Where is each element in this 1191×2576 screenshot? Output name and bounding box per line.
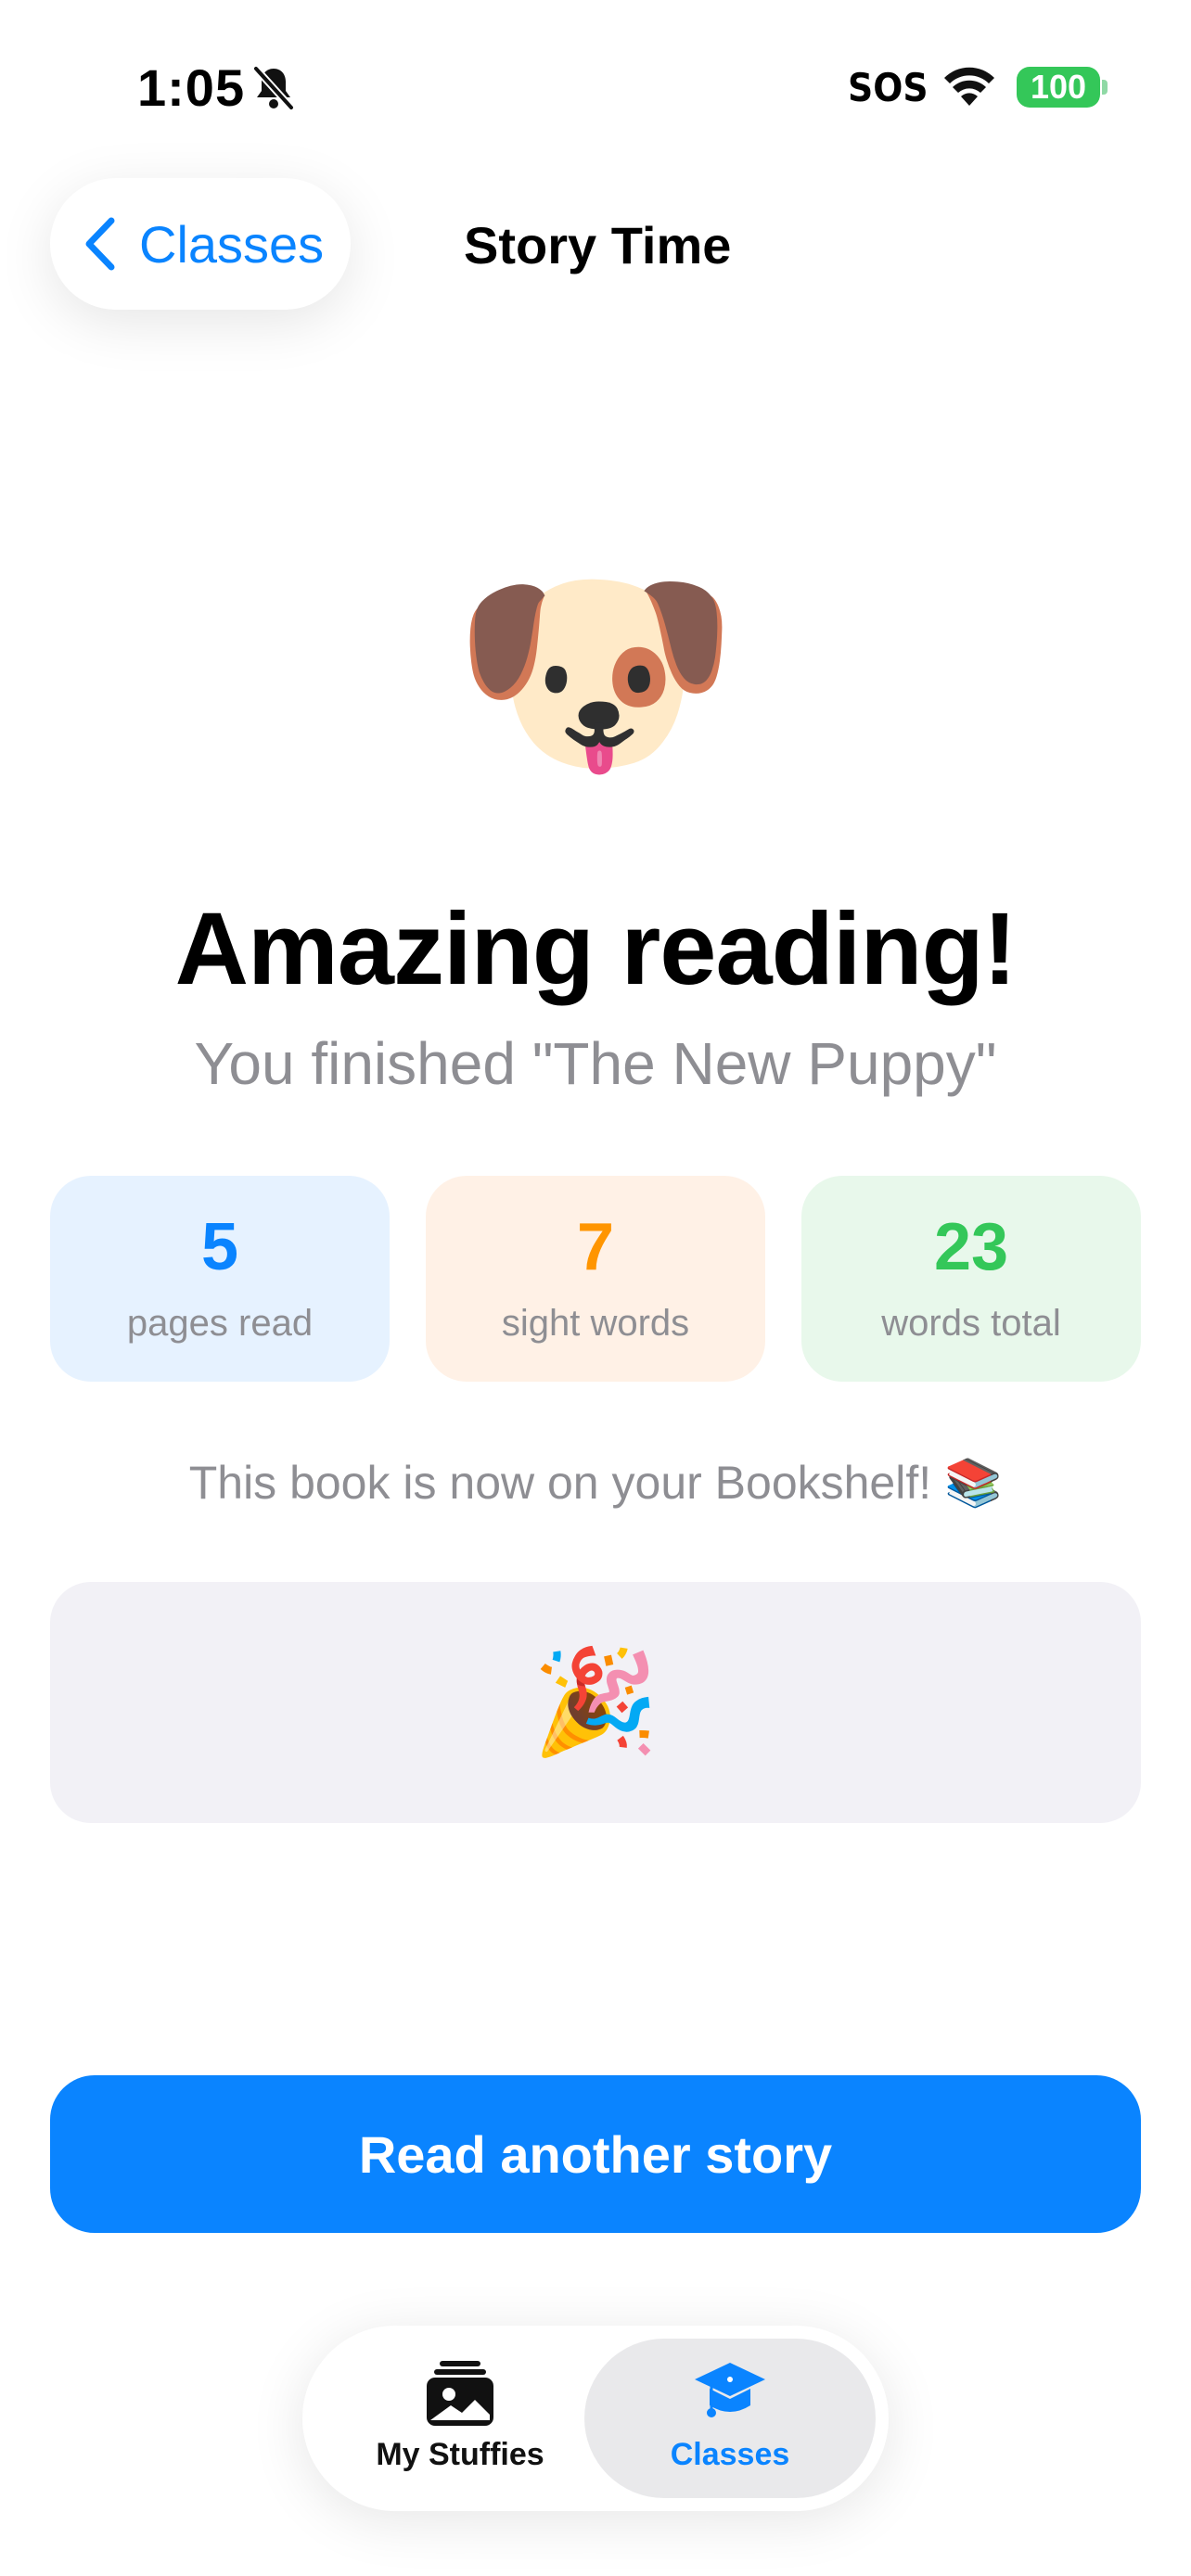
battery-tip: [1102, 80, 1108, 95]
party-popper-icon: 🎉: [531, 1645, 660, 1759]
carrier-status: SOS: [848, 65, 928, 110]
stat-value: 5: [200, 1209, 239, 1284]
tab-classes[interactable]: Classes: [600, 2355, 860, 2494]
stat-value: 23: [933, 1209, 1009, 1284]
wifi-icon: [944, 67, 994, 106]
headline: Amazing reading!: [174, 892, 1018, 1006]
celebration-box: 🎉: [50, 1582, 1141, 1823]
read-another-story-button[interactable]: Read another story: [50, 2075, 1141, 2233]
tab-label: My Stuffies: [376, 2437, 544, 2472]
graduation-cap-icon: [695, 2363, 765, 2417]
status-time: 1:05: [137, 58, 246, 117]
back-button-label: Classes: [139, 214, 325, 274]
tab-label: Classes: [670, 2437, 790, 2472]
tab-my-stuffies[interactable]: My Stuffies: [330, 2355, 590, 2494]
stat-value: 7: [576, 1209, 615, 1284]
stat-card-words-total: 23 words total: [801, 1176, 1141, 1382]
stat-label: sight words: [501, 1302, 690, 1344]
puppy-emoji: 🐶: [451, 542, 740, 801]
photo-stack-icon: [427, 2361, 493, 2426]
stat-card-pages: 5 pages read: [50, 1176, 390, 1382]
subheadline: You finished "The New Puppy": [194, 1030, 997, 1097]
stat-label: pages read: [126, 1302, 314, 1344]
bell-slash-icon: [252, 65, 295, 111]
battery-icon: 100: [1017, 67, 1100, 108]
bookshelf-note: This book is now on your Bookshelf! 📚: [188, 1457, 1003, 1509]
stat-card-sight-words: 7 sight words: [426, 1176, 765, 1382]
stat-label: words total: [881, 1302, 1061, 1344]
chevron-left-icon: [85, 217, 115, 271]
back-button[interactable]: Classes: [50, 178, 351, 310]
page-title: Story Time: [464, 216, 732, 274]
